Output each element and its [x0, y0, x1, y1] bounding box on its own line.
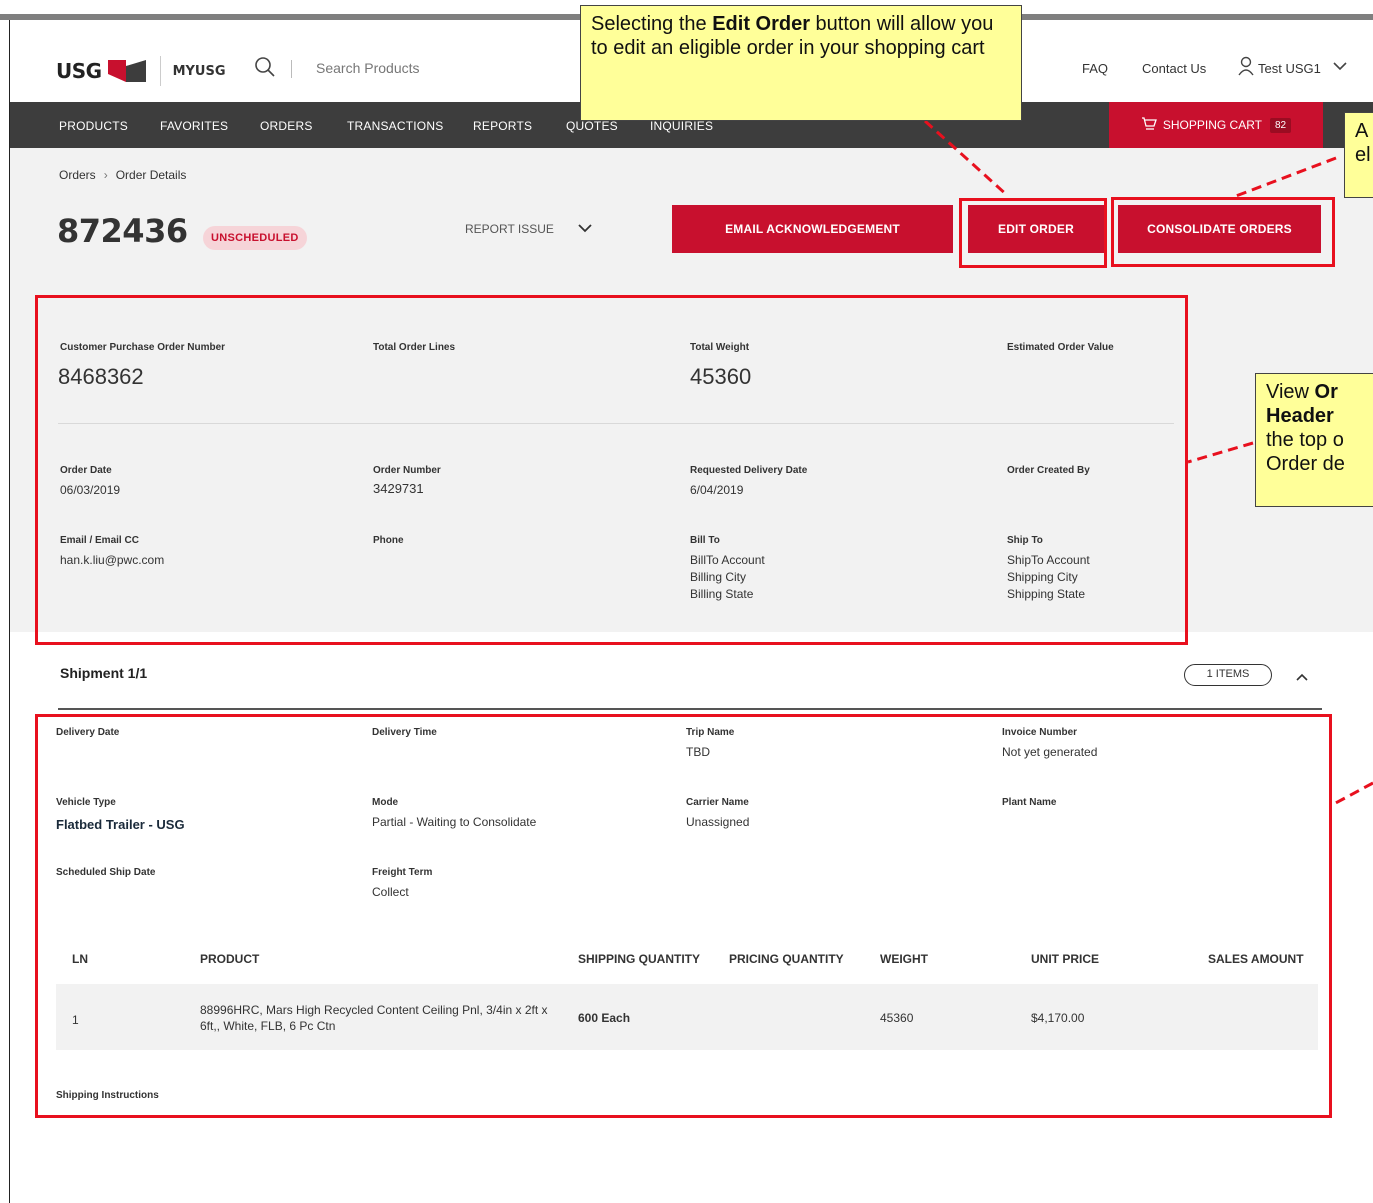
order-header-callout: View Or Header the top o Order de	[1255, 373, 1373, 507]
callout-text-pre: Selecting the	[591, 13, 713, 35]
callout-text-bold: Edit Order	[712, 13, 810, 35]
edit-order-callout: Selecting the Edit Order button will all…	[580, 5, 1022, 121]
callout-line-2: el	[1355, 144, 1371, 166]
callout-header: Header	[1266, 405, 1334, 427]
callout-order-de: Order de	[1266, 453, 1345, 475]
callout-top: the top o	[1266, 429, 1344, 451]
callout-view: View	[1266, 381, 1315, 403]
callout-connectors	[923, 119, 1373, 807]
callout-or: Or	[1314, 381, 1338, 403]
callout-line-1: A	[1355, 120, 1369, 142]
consolidate-callout: A el	[1344, 112, 1373, 198]
